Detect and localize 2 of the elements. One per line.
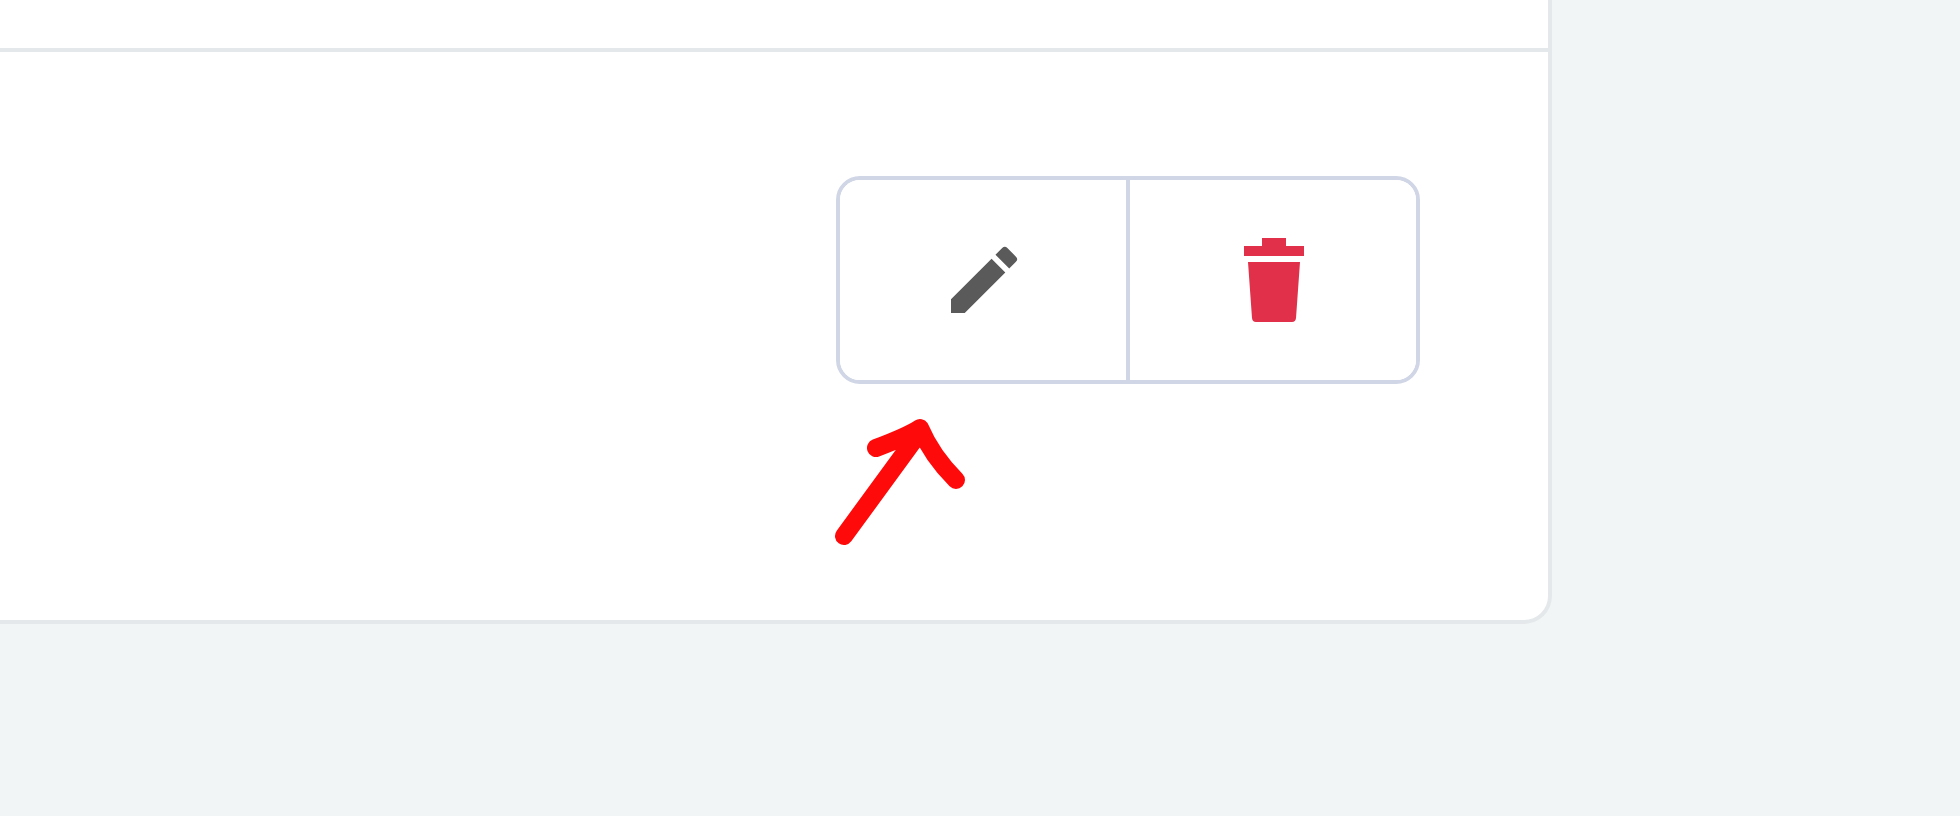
delete-button[interactable] — [1126, 180, 1416, 380]
trash-icon — [1243, 238, 1303, 322]
